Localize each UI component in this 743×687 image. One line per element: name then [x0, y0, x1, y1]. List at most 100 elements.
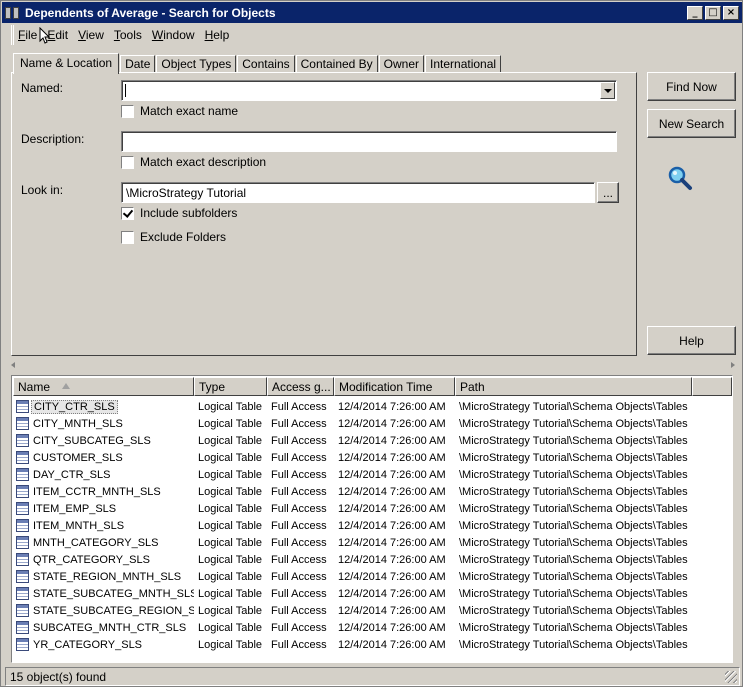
menu-window[interactable]: Window: [152, 28, 195, 42]
cell-access: Full Access: [271, 434, 327, 447]
logical-table-icon: [16, 400, 29, 413]
collapse-left-icon[interactable]: [11, 362, 15, 368]
cell-access: Full Access: [271, 621, 327, 634]
table-row[interactable]: ITEM_MNTH_SLS Logical Table Full Access 12/…: [13, 517, 695, 534]
table-row[interactable]: QTR_CATEGORY_SLS Logical Table Full Access…: [13, 551, 695, 568]
logical-table-icon: [16, 570, 29, 583]
cell-name: YR_CATEGORY_SLS: [13, 638, 194, 651]
cell-name: CITY_MNTH_SLS: [13, 417, 194, 430]
cell-type: Logical Table: [198, 485, 263, 498]
table-row[interactable]: DAY_CTR_SLS Logical Table Full Access 12/4/…: [13, 466, 695, 483]
close-button[interactable]: ×: [723, 5, 739, 20]
resize-grip-icon[interactable]: [725, 671, 737, 683]
cell-name: MNTH_CATEGORY_SLS: [13, 536, 194, 549]
cell-modification-time: 12/4/2014 7:26:00 AM: [338, 485, 446, 498]
table-row[interactable]: CITY_CTR_SLS Logical Table Full Access 12/4…: [13, 398, 695, 415]
include-subfolders-checkbox[interactable]: [121, 206, 134, 220]
table-row[interactable]: STATE_SUBCATEG_REGION_SLS Logical Table Fu…: [13, 602, 695, 619]
column-header-access[interactable]: Access g...: [267, 377, 334, 396]
column-header-name[interactable]: Name: [13, 377, 194, 396]
cell-type: Logical Table: [198, 417, 263, 430]
cell-access: Full Access: [271, 587, 327, 600]
results-rows: CITY_CTR_SLS Logical Table Full Access 12/4…: [13, 398, 695, 653]
tab-contains[interactable]: Contains: [237, 55, 295, 73]
cell-modification-time: 12/4/2014 7:26:00 AM: [338, 604, 446, 617]
menu-help[interactable]: Help: [205, 28, 230, 42]
exclude-folders-label: Exclude Folders: [140, 230, 227, 244]
tab-name-location[interactable]: Name & Location: [13, 53, 120, 74]
tab-contained-by[interactable]: Contained By: [295, 55, 378, 73]
menu-file[interactable]: File: [18, 28, 37, 42]
cell-type: Logical Table: [198, 587, 263, 600]
status-bar: 15 object(s) found: [5, 667, 740, 686]
menu-view[interactable]: View: [78, 28, 104, 42]
tab-international[interactable]: International: [425, 55, 502, 73]
row-name: ITEM_CCTR_MNTH_SLS: [33, 485, 161, 498]
cell-modification-time: 12/4/2014 7:26:00 AM: [338, 451, 446, 464]
sort-ascending-icon: [62, 383, 70, 389]
named-combobox[interactable]: [121, 80, 617, 101]
tab-owner[interactable]: Owner: [378, 55, 425, 73]
cell-modification-time: 12/4/2014 7:26:00 AM: [338, 587, 446, 600]
table-row[interactable]: ITEM_CCTR_MNTH_SLS Logical Table Full Acce…: [13, 483, 695, 500]
named-label: Named:: [21, 81, 64, 95]
help-button[interactable]: Help: [647, 326, 736, 355]
magnifier-icon: [668, 166, 692, 190]
row-name: YR_CATEGORY_SLS: [33, 638, 143, 651]
table-row[interactable]: CITY_SUBCATEG_SLS Logical Table Full Acces…: [13, 432, 695, 449]
cell-type: Logical Table: [198, 638, 263, 651]
table-row[interactable]: SUBCATEG_MNTH_CTR_SLS Logical Table Full A…: [13, 619, 695, 636]
cell-type: Logical Table: [198, 502, 263, 515]
table-row[interactable]: CUSTOMER_SLS Logical Table Full Access 12/4…: [13, 449, 695, 466]
logical-table-icon: [16, 587, 29, 600]
column-header-type[interactable]: Type: [194, 377, 267, 396]
title-bar[interactable]: Dependents of Average - Search for Objec…: [2, 2, 742, 23]
logical-table-icon: [16, 485, 29, 498]
cell-type: Logical Table: [198, 536, 263, 549]
find-now-button[interactable]: Find Now: [647, 72, 736, 101]
new-search-button[interactable]: New Search: [647, 109, 736, 138]
cell-access: Full Access: [271, 485, 327, 498]
table-row[interactable]: ITEM_EMP_SLS Logical Table Full Access 12/4…: [13, 500, 695, 517]
table-row[interactable]: STATE_REGION_MNTH_SLS Logical Table Full A…: [13, 568, 695, 585]
maximize-button[interactable]: □: [705, 5, 721, 20]
look-in-field[interactable]: \MicroStrategy Tutorial: [121, 182, 595, 203]
exclude-folders-checkbox[interactable]: [121, 230, 134, 244]
cell-path: \MicroStrategy Tutorial\Schema Objects\T…: [459, 485, 688, 498]
match-exact-name-checkbox[interactable]: [121, 104, 134, 118]
tab-object-types[interactable]: Object Types: [156, 55, 237, 73]
cell-type: Logical Table: [198, 434, 263, 447]
table-row[interactable]: YR_CATEGORY_SLS Logical Table Full Access 1…: [13, 636, 695, 653]
cell-name: ITEM_MNTH_SLS: [13, 519, 194, 532]
minimize-button[interactable]: _: [687, 5, 703, 20]
table-row[interactable]: CITY_MNTH_SLS Logical Table Full Access 12/…: [13, 415, 695, 432]
window-title: Dependents of Average - Search for Objec…: [25, 5, 276, 20]
row-name: ITEM_EMP_SLS: [33, 502, 117, 515]
cell-modification-time: 12/4/2014 7:26:00 AM: [338, 536, 446, 549]
browse-button[interactable]: ...: [597, 182, 619, 203]
cell-name: CUSTOMER_SLS: [13, 451, 194, 464]
match-exact-name-option[interactable]: Match exact name: [121, 104, 238, 118]
cell-name: DAY_CTR_SLS: [13, 468, 194, 481]
cell-access: Full Access: [271, 451, 327, 464]
row-name: CITY_SUBCATEG_SLS: [33, 434, 151, 447]
table-row[interactable]: MNTH_CATEGORY_SLS Logical Table Full Acces…: [13, 534, 695, 551]
panel-splitter[interactable]: [11, 361, 735, 369]
cell-access: Full Access: [271, 519, 327, 532]
tab-date[interactable]: Date: [120, 55, 156, 73]
column-header-path[interactable]: Path: [455, 377, 692, 396]
match-exact-description-checkbox[interactable]: [121, 155, 134, 169]
row-name: STATE_SUBCATEG_REGION_SLS: [33, 604, 194, 617]
cell-path: \MicroStrategy Tutorial\Schema Objects\T…: [459, 587, 688, 600]
collapse-right-icon[interactable]: [731, 362, 735, 368]
column-header-modification-time[interactable]: Modification Time: [334, 377, 455, 396]
description-field[interactable]: [121, 131, 617, 152]
include-subfolders-option[interactable]: Include subfolders: [121, 206, 237, 220]
cell-path: \MicroStrategy Tutorial\Schema Objects\T…: [459, 570, 688, 583]
exclude-folders-option[interactable]: Exclude Folders: [121, 230, 226, 244]
menu-tools[interactable]: Tools: [114, 28, 142, 42]
chevron-down-icon[interactable]: [600, 82, 615, 99]
match-exact-description-option[interactable]: Match exact description: [121, 155, 266, 169]
results-list[interactable]: Name Type Access g... Modification Time …: [11, 375, 733, 663]
table-row[interactable]: STATE_SUBCATEG_MNTH_SLS Logical Table Full…: [13, 585, 695, 602]
